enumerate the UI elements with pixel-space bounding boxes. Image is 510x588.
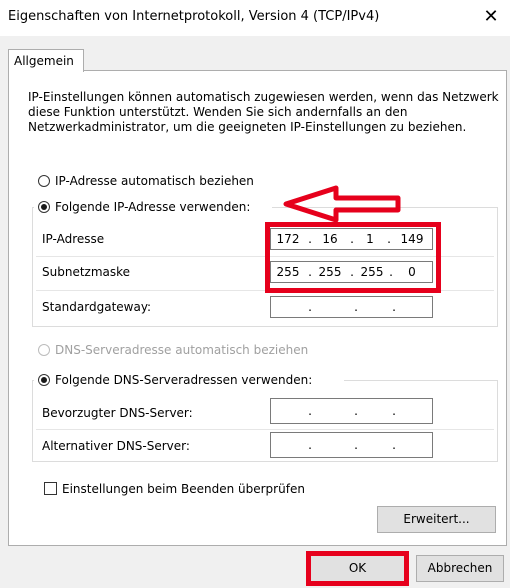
red-highlight-ip-subnet: [265, 222, 441, 293]
gateway-label: Standardgateway:: [42, 300, 152, 314]
ip-auto-radio[interactable]: [38, 175, 50, 187]
dns-manual-label: Folgende DNS-Serveradressen verwenden:: [55, 373, 313, 387]
ip-manual-radio[interactable]: [38, 201, 50, 213]
title-bar: Eigenschaften von Internetprotokoll, Ver…: [0, 0, 510, 36]
advanced-button[interactable]: Erweitert...: [377, 506, 496, 533]
tab-label: Allgemein: [14, 54, 74, 68]
description-text: IP-Einstellungen können automatisch zuge…: [28, 90, 499, 134]
dns-auto-radio[interactable]: [38, 344, 50, 356]
preferred-dns-input[interactable]: . . .: [270, 398, 433, 424]
ip-auto-label: IP-Adresse automatisch beziehen: [55, 174, 254, 188]
subnet-mask-label: Subnetzmaske: [42, 265, 131, 279]
preferred-dns-label: Bevorzugter DNS-Server:: [42, 406, 193, 420]
dns-auto-label: DNS-Serveradresse automatisch beziehen: [55, 343, 309, 357]
tab-allgemein[interactable]: Allgemein: [8, 49, 84, 72]
ip-manual-label: Folgende IP-Adresse verwenden:: [55, 200, 251, 214]
row-separator: [36, 429, 494, 430]
close-icon[interactable]: ✕: [478, 4, 504, 30]
dns-manual-radio[interactable]: [38, 374, 50, 386]
gateway-input[interactable]: . . .: [270, 296, 433, 318]
red-highlight-ok: [306, 551, 409, 586]
validate-checkbox[interactable]: [44, 482, 57, 495]
alternate-dns-label: Alternativer DNS-Server:: [42, 439, 190, 453]
cancel-button[interactable]: Abbrechen: [416, 555, 504, 582]
ip-address-label: IP-Adresse: [42, 232, 105, 246]
validate-label: Einstellungen beim Beenden überprüfen: [62, 482, 305, 496]
window-title: Eigenschaften von Internetprotokoll, Ver…: [8, 9, 380, 24]
alternate-dns-input[interactable]: . . .: [270, 432, 433, 458]
red-arrow-annotation: [283, 185, 401, 223]
